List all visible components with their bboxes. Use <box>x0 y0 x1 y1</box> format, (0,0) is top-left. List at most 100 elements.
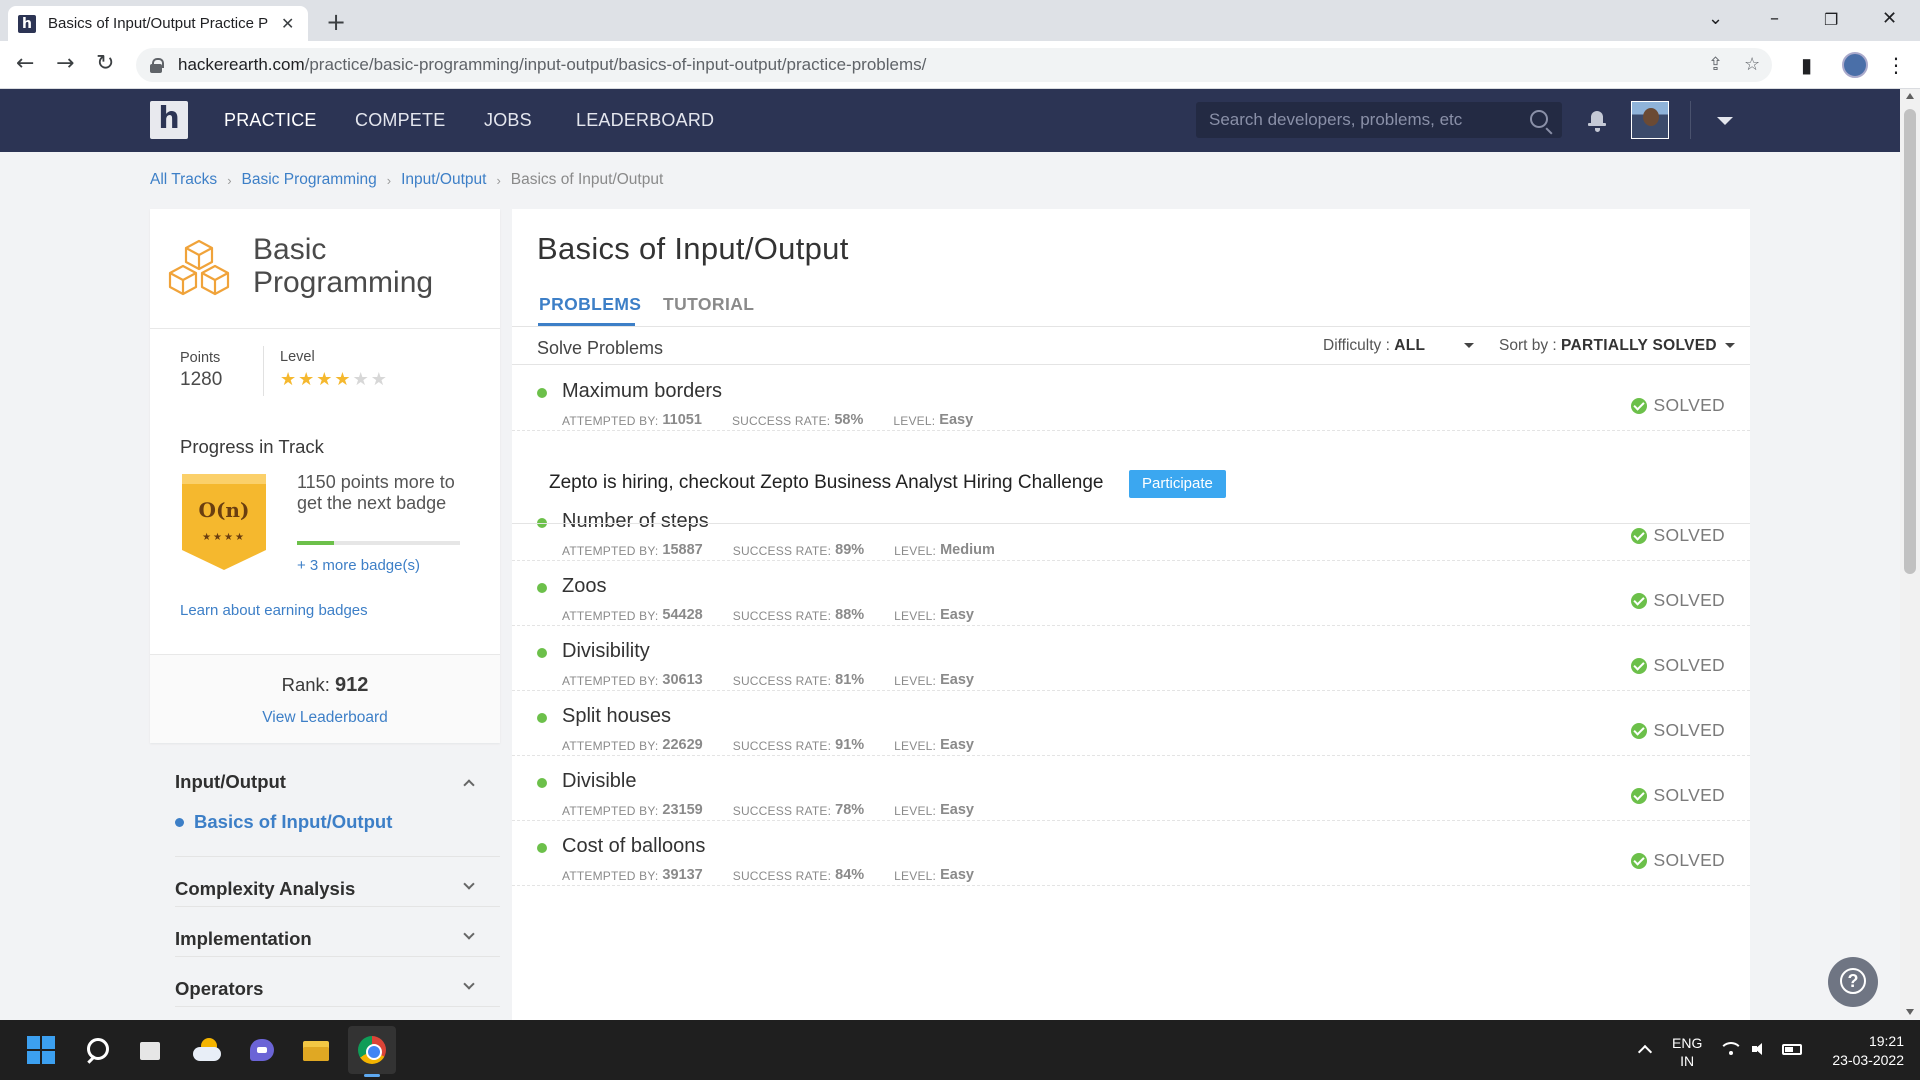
input-language[interactable]: ENG IN <box>1672 1034 1702 1070</box>
wifi-icon[interactable] <box>1722 1042 1740 1056</box>
tab-tutorial[interactable]: TUTORIAL <box>663 294 754 315</box>
star-filled-icon: ★ <box>334 369 353 390</box>
track-nav-section-input-output[interactable]: Input/Output <box>150 751 500 792</box>
track-nav-section-label: Operators <box>175 978 264 999</box>
site-search-input[interactable]: Search developers, problems, etc <box>1196 102 1562 138</box>
header-divider <box>1690 101 1691 139</box>
difficulty-label: Difficulty : <box>1323 337 1390 354</box>
nav-jobs[interactable]: JOBS <box>484 110 532 131</box>
tab-problems[interactable]: PROBLEMS <box>539 294 641 315</box>
participate-button[interactable]: Participate <box>1129 470 1226 498</box>
problem-meta: ATTEMPTED BY: 30613 SUCCESS RATE: 81% LEVEL:… <box>562 672 1004 690</box>
help-button[interactable]: ? <box>1828 957 1878 1007</box>
track-nav-subitem-basics[interactable]: Basics of Input/Output <box>175 811 392 833</box>
level-label: LEVEL: <box>894 544 937 558</box>
forward-icon[interactable]: → <box>56 51 74 76</box>
breadcrumb-all-tracks[interactable]: All Tracks <box>150 171 217 189</box>
view-leaderboard-link[interactable]: View Leaderboard <box>150 709 500 727</box>
problem-row[interactable]: Divisibility ATTEMPTED BY: 30613 SUCCESS RA… <box>512 626 1750 691</box>
notification-bell-icon[interactable] <box>1588 110 1606 130</box>
scroll-up-arrow-icon[interactable] <box>1906 93 1914 99</box>
track-nav-section-implementation[interactable]: Implementation <box>175 906 500 956</box>
close-window-icon[interactable]: ✕ <box>1882 8 1897 29</box>
problem-name[interactable]: Split houses <box>562 705 671 728</box>
track-nav-section-label: Input/Output <box>175 771 286 792</box>
check-circle-icon <box>1631 852 1648 869</box>
user-menu-caret-icon[interactable] <box>1717 117 1733 125</box>
teams-chat-icon[interactable] <box>248 1036 276 1064</box>
difficulty-filter[interactable]: Difficulty : ALL <box>1323 337 1474 355</box>
level-value: Easy <box>940 867 974 883</box>
success-rate-label: SUCCESS RATE: <box>732 869 832 883</box>
track-nav-section-label: Implementation <box>175 928 312 949</box>
chevron-up-icon[interactable] <box>463 779 475 791</box>
file-explorer-icon[interactable] <box>302 1036 330 1064</box>
new-tab-icon[interactable]: + <box>326 8 346 36</box>
level-stars: ★★★★★★ <box>280 369 389 390</box>
hackerearth-logo[interactable]: h <box>150 101 188 139</box>
problem-row[interactable]: Split houses ATTEMPTED BY: 22629 SUCCESS RA… <box>512 691 1750 756</box>
restore-icon[interactable]: ❐ <box>1824 10 1838 29</box>
difficulty-value: ALL <box>1394 337 1426 354</box>
nav-practice[interactable]: PRACTICE <box>224 110 317 131</box>
chevron-down-icon[interactable] <box>463 978 475 990</box>
star-filled-icon: ★ <box>280 369 299 390</box>
scroll-thumb[interactable] <box>1904 109 1916 574</box>
problem-name[interactable]: Maximum borders <box>562 380 722 403</box>
battery-icon[interactable] <box>1782 1044 1802 1055</box>
problem-meta: ATTEMPTED BY: 23159 SUCCESS RATE: 78% LEVEL:… <box>562 802 1004 820</box>
nav-compete[interactable]: COMPETE <box>355 110 445 131</box>
share-icon[interactable]: ⇪ <box>1708 54 1723 75</box>
check-circle-icon <box>1631 397 1648 414</box>
back-icon[interactable]: ← <box>16 51 34 76</box>
learn-badges-link[interactable]: Learn about earning badges <box>180 602 368 619</box>
reload-icon[interactable]: ↻ <box>96 51 114 76</box>
side-panel-icon[interactable]: ▮ <box>1801 53 1812 77</box>
level-label: LEVEL: <box>893 414 936 428</box>
problem-status: SOLVED <box>1631 590 1725 611</box>
level-label: LEVEL: <box>894 739 937 753</box>
minimize-icon[interactable]: – <box>1770 8 1779 29</box>
breadcrumb-input-output[interactable]: Input/Output <box>401 171 486 189</box>
hackerearth-favicon-icon: h <box>18 14 36 33</box>
scroll-down-arrow-icon[interactable] <box>1906 1009 1914 1015</box>
task-view-icon[interactable] <box>138 1036 166 1064</box>
volume-icon[interactable] <box>1752 1043 1768 1055</box>
profile-avatar[interactable] <box>1842 52 1868 78</box>
taskbar-search-icon[interactable] <box>84 1036 112 1064</box>
chevron-down-icon[interactable] <box>463 878 475 890</box>
success-rate-label: SUCCESS RATE: <box>732 739 832 753</box>
problem-row[interactable]: Cost of balloons ATTEMPTED BY: 39137 SUCCES… <box>512 821 1750 886</box>
more-badges-link[interactable]: + 3 more badge(s) <box>297 557 420 574</box>
chrome-menu-icon[interactable]: ⋮ <box>1886 53 1906 77</box>
attempted-label: ATTEMPTED BY: <box>562 739 659 753</box>
user-avatar[interactable] <box>1631 101 1669 139</box>
track-nav-section-operators[interactable]: Operators <box>175 956 500 1006</box>
show-hidden-icons-chevron-icon[interactable] <box>1637 1044 1653 1060</box>
weather-icon[interactable] <box>193 1036 221 1064</box>
search-icon[interactable] <box>1530 110 1548 128</box>
problem-name[interactable]: Zoos <box>562 575 606 598</box>
attempted-label: ATTEMPTED BY: <box>562 544 659 558</box>
problem-row[interactable]: Divisible ATTEMPTED BY: 23159 SUCCESS RATE:… <box>512 756 1750 821</box>
track-nav-section-complexity[interactable]: Complexity Analysis <box>175 856 500 906</box>
bookmark-star-icon[interactable]: ☆ <box>1744 54 1760 75</box>
browser-tab[interactable]: h Basics of Input/Output Practice P ✕ <box>8 6 308 41</box>
chrome-icon[interactable] <box>358 1036 386 1064</box>
problem-name[interactable]: Cost of balloons <box>562 835 705 858</box>
problem-name[interactable]: Divisible <box>562 770 636 793</box>
problem-name[interactable]: Divisibility <box>562 640 650 663</box>
sort-filter[interactable]: Sort by : PARTIALLY SOLVED <box>1499 337 1736 355</box>
clock[interactable]: 19:21 23-03-2022 <box>1820 1032 1904 1070</box>
breadcrumb-basic-programming[interactable]: Basic Programming <box>242 171 377 189</box>
windows-start-icon[interactable] <box>27 1036 55 1064</box>
page-scrollbar[interactable] <box>1900 89 1920 1019</box>
tab-close-icon[interactable]: ✕ <box>281 14 294 34</box>
problem-row[interactable]: Zoos ATTEMPTED BY: 54428 SUCCESS RATE: 88% LE… <box>512 561 1750 626</box>
address-bar[interactable]: hackerearth.com/practice/basic-programmi… <box>136 48 1772 82</box>
nav-leaderboard[interactable]: LEADERBOARD <box>576 110 714 131</box>
tab-search-chevron-icon[interactable]: ⌄ <box>1708 8 1723 29</box>
chevron-down-icon[interactable] <box>463 928 475 940</box>
star-empty-icon: ★ <box>352 369 371 390</box>
problem-row[interactable]: Maximum borders ATTEMPTED BY: 11051 SUCCESS… <box>512 366 1750 431</box>
